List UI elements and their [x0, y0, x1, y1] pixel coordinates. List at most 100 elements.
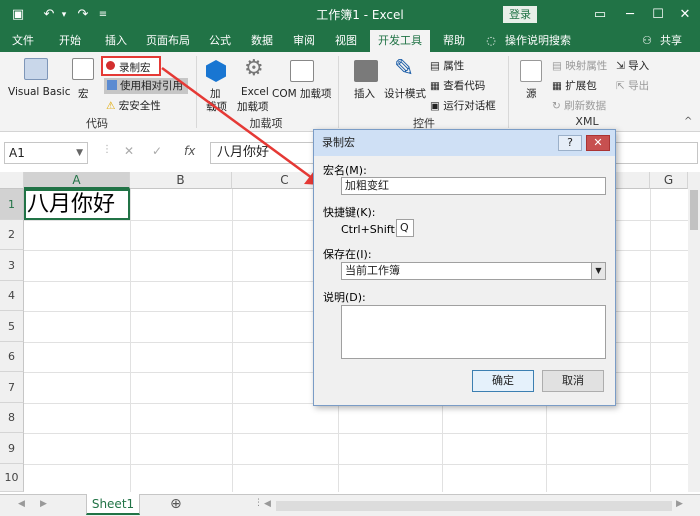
- tab-help[interactable]: 帮助: [434, 30, 474, 52]
- description-input[interactable]: [341, 305, 606, 359]
- macros-button[interactable]: 宏: [78, 86, 89, 101]
- close-icon[interactable]: ✕: [670, 0, 700, 30]
- row-header[interactable]: 1: [0, 189, 24, 220]
- excel-addins-label-1[interactable]: Excel: [241, 86, 269, 98]
- group-divider: [338, 56, 339, 128]
- row-header[interactable]: 9: [0, 433, 24, 464]
- ribbon-display-icon[interactable]: ▭: [585, 0, 615, 30]
- help-button[interactable]: ?: [558, 135, 582, 151]
- cancel-entry-icon[interactable]: ✕: [124, 144, 134, 158]
- tab-file[interactable]: 文件: [4, 30, 42, 52]
- prev-sheet-icon[interactable]: ◀: [18, 499, 25, 509]
- record-macro-button[interactable]: 录制宏: [101, 56, 161, 76]
- design-mode-button[interactable]: 设计模式: [384, 86, 426, 101]
- redo-icon[interactable]: ↷: [74, 0, 92, 30]
- expansion-packs-icon: ▦: [552, 80, 562, 92]
- import-label: 导入: [628, 60, 650, 72]
- import-button[interactable]: ⇲ 导入: [616, 58, 649, 73]
- com-addins-icon: [290, 60, 314, 82]
- macro-name-input[interactable]: 加粗变红: [341, 177, 606, 195]
- customize-quick-access-icon[interactable]: ≡: [96, 0, 110, 30]
- map-properties-button[interactable]: ▤ 映射属性: [552, 58, 607, 73]
- minimize-icon[interactable]: ─: [615, 0, 645, 30]
- vertical-scrollbar[interactable]: [688, 172, 700, 492]
- row-header[interactable]: 10: [0, 464, 24, 492]
- run-dialog-button[interactable]: ▣ 运行对话框: [430, 98, 496, 113]
- name-box[interactable]: A1 ▼: [4, 142, 88, 164]
- row-header[interactable]: 7: [0, 372, 24, 403]
- login-button[interactable]: 登录: [503, 6, 537, 23]
- relative-reference-label: 使用相对引用: [120, 80, 183, 92]
- run-dialog-icon: ▣: [430, 100, 440, 112]
- row-header[interactable]: 8: [0, 403, 24, 433]
- refresh-data-button[interactable]: ↻ 刷新数据: [552, 98, 606, 113]
- tab-data[interactable]: 数据: [242, 30, 282, 52]
- row-header[interactable]: 3: [0, 250, 24, 281]
- store-in-select[interactable]: 当前工作簿 ▼: [341, 262, 606, 280]
- scrollbar-thumb[interactable]: [690, 190, 698, 230]
- tab-page-layout[interactable]: 页面布局: [140, 30, 196, 52]
- tab-home[interactable]: 开始: [50, 30, 90, 52]
- add-sheet-icon[interactable]: ⊕: [170, 496, 182, 512]
- select-all-corner[interactable]: [0, 172, 24, 189]
- xml-source-button[interactable]: 源: [526, 86, 537, 101]
- expansion-packs-button[interactable]: ▦ 扩展包: [552, 78, 597, 93]
- row-header[interactable]: 6: [0, 342, 24, 372]
- gridline: [24, 433, 688, 434]
- excel-addins-label-2[interactable]: 加载项: [237, 99, 269, 114]
- maximize-icon[interactable]: ☐: [643, 0, 673, 30]
- column-header[interactable]: G: [650, 172, 688, 189]
- row-header[interactable]: 5: [0, 311, 24, 342]
- share-icon[interactable]: ⚇: [640, 30, 654, 52]
- com-addins-button[interactable]: COM 加载项: [272, 86, 332, 101]
- save-icon[interactable]: ▣: [8, 0, 28, 30]
- properties-icon: ▤: [430, 60, 440, 72]
- tab-review[interactable]: 审阅: [284, 30, 324, 52]
- sheet-tab-sheet1[interactable]: Sheet1: [86, 494, 140, 515]
- close-dialog-button[interactable]: ✕: [586, 135, 610, 151]
- row-header[interactable]: 2: [0, 220, 24, 250]
- addins-label-2[interactable]: 载项: [206, 99, 227, 114]
- collapse-ribbon-icon[interactable]: ^: [684, 116, 692, 127]
- expansion-packs-label: 扩展包: [565, 80, 597, 92]
- macros-icon: [72, 58, 94, 80]
- tell-me-search[interactable]: 操作说明搜索: [500, 30, 576, 52]
- view-code-icon: ▦: [430, 80, 440, 92]
- selected-cell-a1[interactable]: [24, 189, 130, 220]
- undo-icon[interactable]: ↶: [40, 0, 58, 30]
- column-header[interactable]: B: [130, 172, 232, 189]
- chevron-down-icon[interactable]: ▼: [591, 263, 605, 279]
- next-sheet-icon[interactable]: ▶: [40, 499, 47, 509]
- properties-button[interactable]: ▤ 属性: [430, 58, 464, 73]
- undo-dropdown-icon[interactable]: ▾: [58, 0, 70, 30]
- macro-security-button[interactable]: ⚠ 宏安全性: [106, 98, 161, 113]
- shortcut-key-input[interactable]: Q: [396, 219, 414, 237]
- export-button[interactable]: ⇱ 导出: [616, 78, 649, 93]
- confirm-entry-icon[interactable]: ✓: [152, 144, 162, 158]
- tab-formulas[interactable]: 公式: [200, 30, 240, 52]
- scroll-right-icon[interactable]: ▶: [676, 499, 683, 509]
- name-box-dropdown-icon[interactable]: ▼: [76, 143, 83, 163]
- column-header[interactable]: A: [24, 172, 130, 189]
- insert-controls-button[interactable]: 插入: [354, 86, 375, 101]
- relative-reference-button[interactable]: 使用相对引用: [104, 78, 188, 94]
- tab-split-icon[interactable]: ⋮: [254, 498, 263, 508]
- view-code-button[interactable]: ▦ 查看代码: [430, 78, 485, 93]
- tab-developer[interactable]: 开发工具: [370, 30, 430, 52]
- scroll-left-icon[interactable]: ◀: [264, 499, 271, 509]
- window-title: 工作簿1 - Excel: [316, 8, 404, 22]
- refresh-data-icon: ↻: [552, 100, 561, 112]
- warning-icon: ⚠: [106, 100, 116, 112]
- tab-insert[interactable]: 插入: [96, 30, 136, 52]
- ok-button[interactable]: 确定: [472, 370, 534, 392]
- tab-view[interactable]: 视图: [326, 30, 366, 52]
- ribbon: Visual Basic 宏 录制宏 使用相对引用 ⚠ 宏安全性 代码 加 载项…: [0, 52, 700, 132]
- cancel-button[interactable]: 取消: [542, 370, 604, 392]
- insert-function-icon[interactable]: fx: [184, 144, 195, 158]
- horizontal-scrollbar[interactable]: [276, 501, 672, 511]
- record-icon: [106, 61, 115, 70]
- description-label: 说明(D):: [323, 291, 366, 304]
- share-button[interactable]: 共享: [656, 30, 686, 52]
- visual-basic-button[interactable]: Visual Basic: [8, 86, 70, 98]
- row-header[interactable]: 4: [0, 281, 24, 311]
